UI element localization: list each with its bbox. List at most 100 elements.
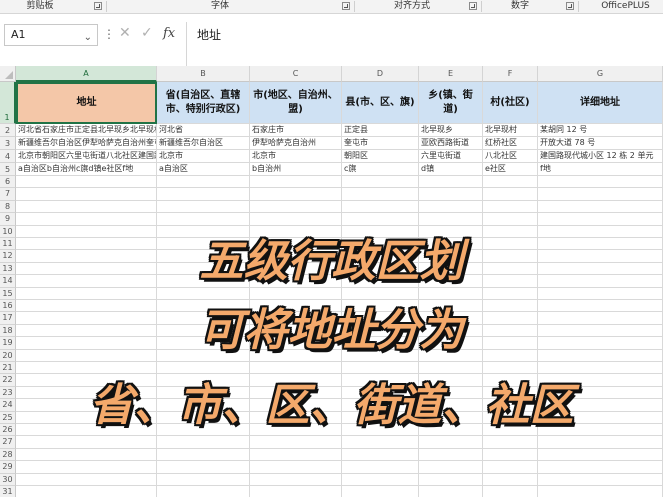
empty-cell[interactable] <box>342 176 419 189</box>
row-header-4[interactable]: 4 <box>0 150 16 163</box>
empty-cell[interactable] <box>157 188 250 201</box>
empty-cell[interactable] <box>419 486 483 497</box>
header-cell-b[interactable]: 省(自治区、直辖市、特别行政区) <box>157 82 250 124</box>
data-cell-a4[interactable]: 北京市朝阳区六里屯街道八北社区建国路现代城小区12栋2单元 <box>16 150 157 163</box>
column-header-f[interactable]: F <box>483 66 538 82</box>
empty-cell[interactable] <box>250 188 342 201</box>
column-header-c[interactable]: C <box>250 66 342 82</box>
row-header-8[interactable]: 8 <box>0 200 16 214</box>
formula-input[interactable]: 地址 <box>186 22 663 66</box>
empty-cell[interactable] <box>342 436 419 449</box>
data-cell-a2[interactable]: 河北省石家庄市正定县北早现乡北早现村某胡同12号 <box>16 124 157 137</box>
data-cell-a3[interactable]: 新疆维吾尔自治区伊犁哈萨克自治州奎屯市亚欧西路街道红桥社区开放大道78号 <box>16 137 157 150</box>
empty-cell[interactable] <box>538 486 663 497</box>
data-cell-g3[interactable]: 开放大道 78 号 <box>538 137 663 150</box>
empty-cell[interactable] <box>419 200 483 214</box>
empty-cell[interactable] <box>538 188 663 201</box>
empty-cell[interactable] <box>419 287 483 300</box>
empty-cell[interactable] <box>483 486 538 497</box>
row-header-2[interactable]: 2 <box>0 124 16 137</box>
column-header-d[interactable]: D <box>342 66 419 82</box>
font-launcher-icon[interactable] <box>342 2 350 10</box>
empty-cell[interactable] <box>483 213 538 226</box>
empty-cell[interactable] <box>538 287 663 300</box>
empty-cell[interactable] <box>16 461 157 474</box>
empty-cell[interactable] <box>250 362 342 375</box>
empty-cell[interactable] <box>483 362 538 375</box>
row-header-9[interactable]: 9 <box>0 213 16 226</box>
data-cell-e5[interactable]: d镇 <box>419 163 483 176</box>
empty-cell[interactable] <box>16 486 157 497</box>
empty-cell[interactable] <box>157 486 250 497</box>
row-header-5[interactable]: 5 <box>0 163 16 176</box>
empty-cell[interactable] <box>483 200 538 214</box>
row-header-21[interactable]: 21 <box>0 362 16 375</box>
row-header-27[interactable]: 27 <box>0 436 16 449</box>
empty-cell[interactable] <box>483 188 538 201</box>
empty-cell[interactable] <box>419 436 483 449</box>
empty-cell[interactable] <box>419 461 483 474</box>
number-launcher-icon[interactable] <box>566 2 574 10</box>
data-cell-f2[interactable]: 北早现村 <box>483 124 538 137</box>
data-cell-e2[interactable]: 北早现乡 <box>419 124 483 137</box>
empty-cell[interactable] <box>342 200 419 214</box>
empty-cell[interactable] <box>250 486 342 497</box>
confirm-check-icon[interactable]: ✓ <box>141 25 153 41</box>
empty-cell[interactable] <box>157 362 250 375</box>
column-header-b[interactable]: B <box>157 66 250 82</box>
row-header-28[interactable]: 28 <box>0 448 16 462</box>
row-header-29[interactable]: 29 <box>0 461 16 474</box>
data-cell-b3[interactable]: 新疆维吾尔自治区 <box>157 137 250 150</box>
empty-cell[interactable] <box>419 362 483 375</box>
data-cell-e3[interactable]: 亚欧西路街道 <box>419 137 483 150</box>
data-cell-e4[interactable]: 六里屯街道 <box>419 150 483 163</box>
empty-cell[interactable] <box>342 188 419 201</box>
data-cell-d3[interactable]: 奎屯市 <box>342 137 419 150</box>
empty-cell[interactable] <box>342 486 419 497</box>
header-cell-c[interactable]: 市(地区、自治州、盟) <box>250 82 342 124</box>
empty-cell[interactable] <box>157 176 250 189</box>
empty-cell[interactable] <box>419 448 483 462</box>
empty-cell[interactable] <box>483 176 538 189</box>
empty-cell[interactable] <box>157 436 250 449</box>
header-cell-f[interactable]: 村(社区) <box>483 82 538 124</box>
row-header-1[interactable]: 1 <box>0 82 16 124</box>
empty-cell[interactable] <box>483 448 538 462</box>
empty-cell[interactable] <box>538 436 663 449</box>
header-cell-d[interactable]: 县(市、区、旗) <box>342 82 419 124</box>
empty-cell[interactable] <box>538 362 663 375</box>
empty-cell[interactable] <box>250 213 342 226</box>
empty-cell[interactable] <box>483 473 538 486</box>
empty-cell[interactable] <box>157 200 250 214</box>
empty-cell[interactable] <box>483 461 538 474</box>
data-cell-c3[interactable]: 伊犁哈萨克自治州 <box>250 137 342 150</box>
empty-cell[interactable] <box>16 176 157 189</box>
data-cell-a5[interactable]: a自治区b自治州c旗d镇e社区f地 <box>16 163 157 176</box>
empty-cell[interactable] <box>157 287 250 300</box>
empty-cell[interactable] <box>250 473 342 486</box>
empty-cell[interactable] <box>16 448 157 462</box>
empty-cell[interactable] <box>538 213 663 226</box>
empty-cell[interactable] <box>250 436 342 449</box>
empty-cell[interactable] <box>250 461 342 474</box>
empty-cell[interactable] <box>483 287 538 300</box>
empty-cell[interactable] <box>342 213 419 226</box>
empty-cell[interactable] <box>16 362 157 375</box>
row-header-15[interactable]: 15 <box>0 287 16 300</box>
data-cell-b4[interactable]: 北京市 <box>157 150 250 163</box>
empty-cell[interactable] <box>419 176 483 189</box>
empty-cell[interactable] <box>538 461 663 474</box>
empty-cell[interactable] <box>342 362 419 375</box>
data-cell-g2[interactable]: 某胡同 12 号 <box>538 124 663 137</box>
empty-cell[interactable] <box>16 213 157 226</box>
header-cell-e[interactable]: 乡(镇、街道) <box>419 82 483 124</box>
row-header-30[interactable]: 30 <box>0 473 16 486</box>
column-header-g[interactable]: G <box>538 66 663 82</box>
empty-cell[interactable] <box>538 200 663 214</box>
data-cell-f3[interactable]: 红桥社区 <box>483 137 538 150</box>
data-cell-c4[interactable]: 北京市 <box>250 150 342 163</box>
empty-cell[interactable] <box>342 461 419 474</box>
empty-cell[interactable] <box>538 176 663 189</box>
empty-cell[interactable] <box>157 448 250 462</box>
empty-cell[interactable] <box>16 287 157 300</box>
